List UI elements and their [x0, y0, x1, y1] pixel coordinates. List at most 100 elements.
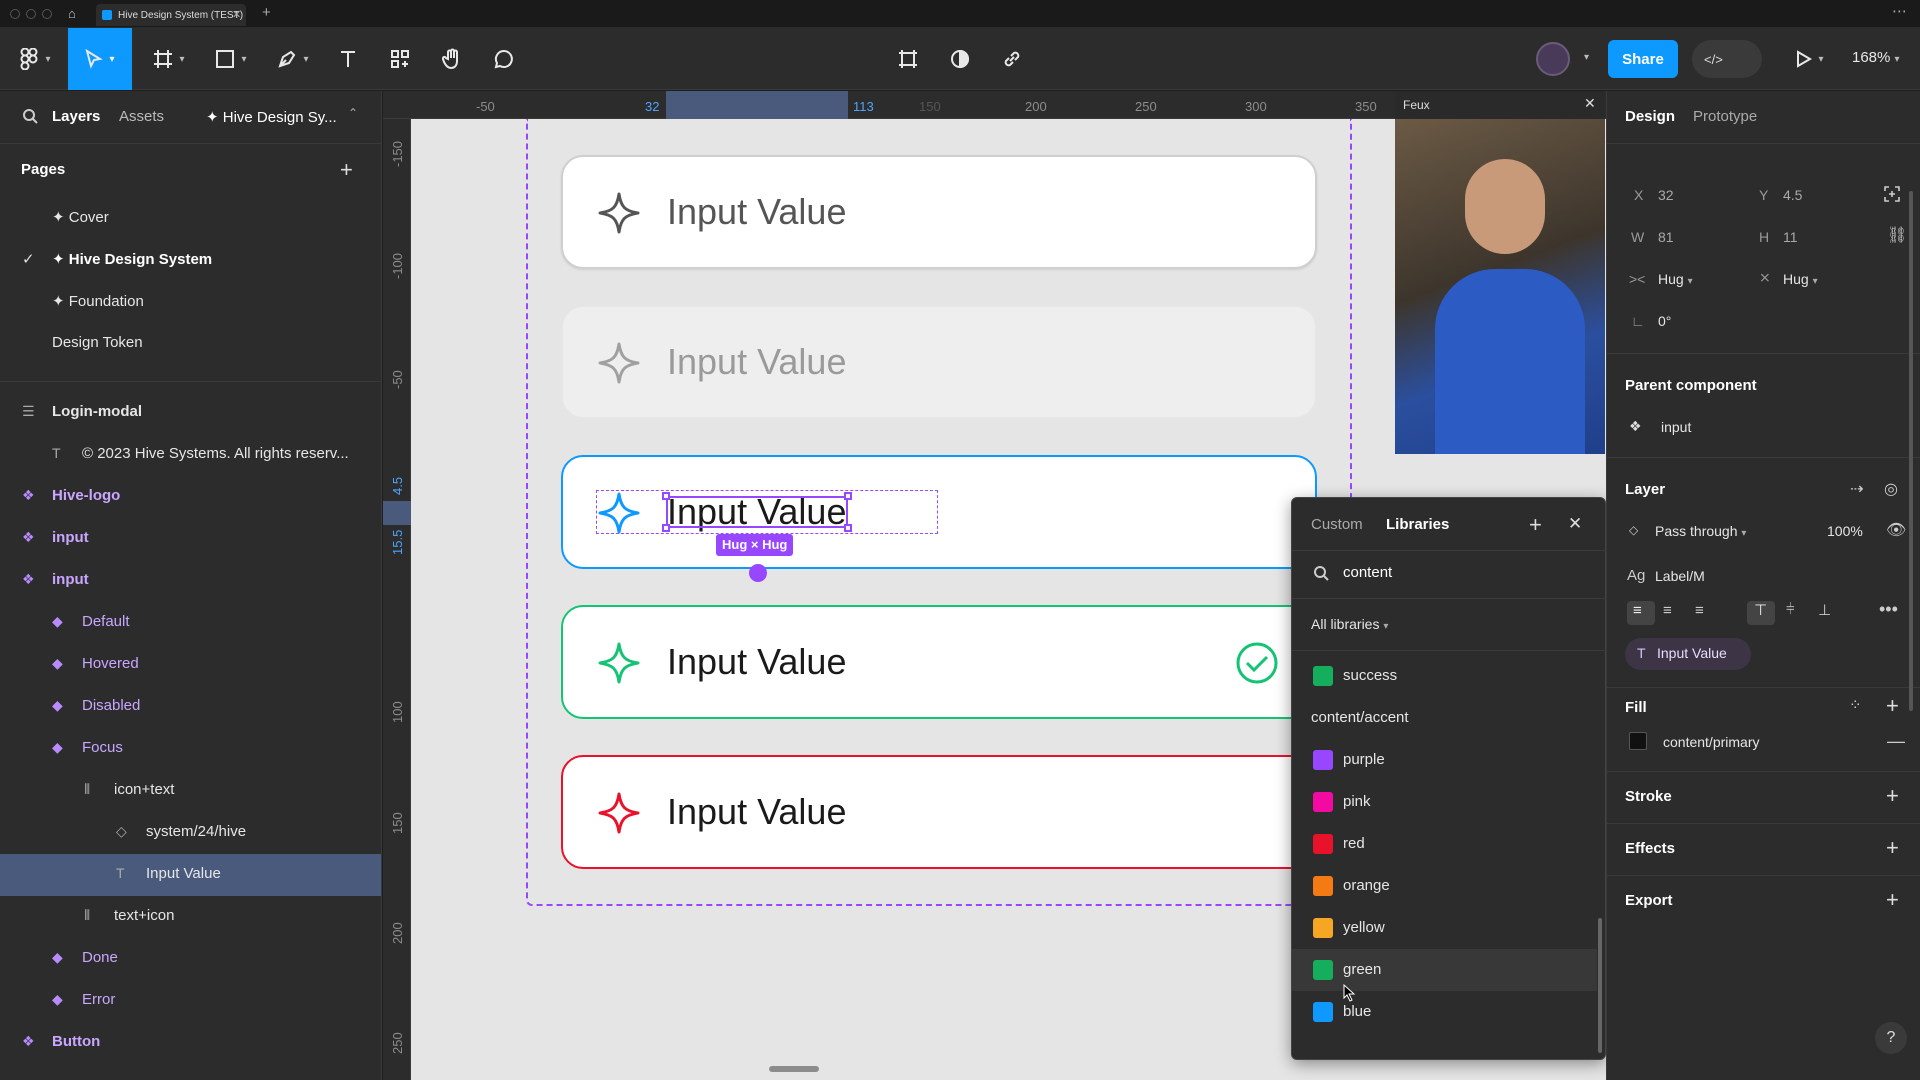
fill-style-name[interactable]: content/primary	[1663, 734, 1759, 750]
layer-row[interactable]: ❖ Button	[0, 1022, 381, 1064]
add-fill-icon[interactable]: +	[1886, 695, 1899, 717]
main-menu-button[interactable]: ▾	[14, 28, 56, 90]
more-icon[interactable]: ⋯	[1892, 2, 1907, 20]
search-icon[interactable]	[22, 108, 38, 124]
layer-row[interactable]: ◆ Default	[0, 602, 381, 644]
new-tab-icon[interactable]: +	[262, 4, 271, 21]
layer-row[interactable]: ⦀ icon+text	[0, 770, 381, 812]
canvas-scroll-handle[interactable]	[769, 1066, 819, 1072]
chevron-up-icon[interactable]: ⌃	[348, 106, 358, 120]
color-style-item[interactable]: yellow	[1292, 907, 1597, 949]
tab-design[interactable]: Design	[1625, 108, 1675, 125]
move-tool-button[interactable]: ▾	[68, 28, 132, 90]
resize-to-fit-icon[interactable]	[1884, 186, 1900, 202]
y-input[interactable]: 4.5	[1783, 187, 1802, 203]
resize-handle[interactable]	[662, 524, 670, 532]
align-right-icon[interactable]: ≡	[1695, 602, 1704, 619]
layer-row[interactable]: ◆ Hovered	[0, 644, 381, 686]
style-search-input[interactable]: content	[1343, 564, 1392, 581]
layer-row[interactable]: ❖ input	[0, 560, 381, 602]
add-stroke-icon[interactable]: +	[1886, 785, 1899, 807]
text-selection-box[interactable]	[666, 496, 848, 528]
color-style-item[interactable]: purple	[1292, 739, 1597, 781]
window-close-dot[interactable]	[10, 9, 20, 19]
zoom-level[interactable]: 168% ▾	[1852, 49, 1900, 66]
color-style-item[interactable]: blue	[1292, 991, 1597, 1033]
h-input[interactable]: 11	[1783, 229, 1798, 245]
page-item[interactable]: ✓ ✦ Hive Design System	[22, 250, 212, 268]
file-name-dropdown[interactable]: ✦ Hive Design Sy...	[206, 108, 337, 126]
go-to-main-component-icon[interactable]: ⇢	[1850, 479, 1863, 499]
resize-handle[interactable]	[662, 492, 670, 500]
page-item[interactable]: ✦ Cover	[52, 208, 109, 226]
parent-component-link[interactable]: input	[1661, 419, 1691, 435]
mask-button[interactable]	[942, 28, 978, 90]
layer-row[interactable]: ❖ Hive-logo	[0, 476, 381, 518]
layer-row[interactable]: ⦀ text+icon	[0, 896, 381, 938]
help-button[interactable]: ?	[1875, 1022, 1907, 1054]
layer-row[interactable]: ◆ Done	[0, 938, 381, 980]
rotation-input[interactable]: 0°	[1658, 313, 1671, 329]
close-video-icon[interactable]: ✕	[1584, 95, 1596, 112]
input-error[interactable]: Input Value	[561, 755, 1317, 869]
home-icon[interactable]: ⌂	[68, 6, 82, 21]
layer-row[interactable]: ◆ Disabled	[0, 686, 381, 728]
color-style-item[interactable]: red	[1292, 823, 1597, 865]
page-item[interactable]: Design Token	[52, 334, 143, 351]
eye-icon[interactable]: 👁	[1886, 520, 1906, 540]
resize-handle[interactable]	[844, 492, 852, 500]
layer-row[interactable]: ☰ Login-modal	[0, 392, 381, 434]
add-export-icon[interactable]: +	[1886, 889, 1899, 911]
dev-mode-toggle[interactable]: </>	[1692, 40, 1762, 78]
avatar[interactable]	[1536, 42, 1570, 76]
resources-button[interactable]	[382, 28, 418, 90]
panel-scrollbar[interactable]	[1909, 191, 1913, 711]
layer-row[interactable]: T Input Value	[0, 854, 381, 896]
link-button[interactable]	[994, 28, 1030, 90]
tab-libraries[interactable]: Libraries	[1386, 516, 1449, 533]
layer-row[interactable]: T © 2023 Hive Systems. All rights reserv.…	[0, 434, 381, 476]
tab-custom[interactable]: Custom	[1311, 516, 1363, 533]
component-tool-button[interactable]	[890, 28, 926, 90]
add-effect-icon[interactable]: +	[1886, 837, 1899, 859]
blend-mode-dropdown[interactable]: Pass through ▾	[1655, 523, 1746, 539]
tab-layers[interactable]: Layers	[52, 108, 100, 125]
input-disabled[interactable]: Input Value	[561, 305, 1317, 419]
shape-tool-button[interactable]: ▾	[206, 28, 256, 90]
window-minimize-dot[interactable]	[26, 9, 36, 19]
color-style-item[interactable]: green	[1292, 949, 1597, 991]
x-input[interactable]: 32	[1658, 187, 1674, 203]
pen-tool-button[interactable]: ▾	[268, 28, 318, 90]
text-content-chip[interactable]: T Input Value	[1625, 638, 1751, 670]
layer-row[interactable]: ◇ system/24/hive	[0, 812, 381, 854]
tab-prototype[interactable]: Prototype	[1693, 108, 1757, 125]
panel-scrollbar[interactable]	[1598, 918, 1602, 1053]
page-item[interactable]: ✦ Foundation	[52, 292, 144, 310]
share-button[interactable]: Share	[1608, 40, 1678, 78]
constrain-proportions-icon[interactable]: ⛓	[1887, 225, 1907, 245]
window-zoom-dot[interactable]	[42, 9, 52, 19]
close-tab-icon[interactable]: ✕	[232, 8, 241, 21]
tab-assets[interactable]: Assets	[119, 108, 164, 125]
color-style-item[interactable]: orange	[1292, 865, 1597, 907]
more-options-icon[interactable]: •••	[1879, 599, 1898, 620]
frame-tool-button[interactable]: ▾	[144, 28, 194, 90]
layer-row[interactable]: ◆ Focus	[0, 728, 381, 770]
color-style-item[interactable]: pink	[1292, 781, 1597, 823]
text-tool-button[interactable]	[330, 28, 366, 90]
color-style-item[interactable]: success	[1292, 655, 1597, 697]
present-button[interactable]: ▾	[1790, 28, 1830, 90]
autolayout-handle-icon[interactable]	[749, 564, 767, 582]
chevron-down-icon[interactable]: ▾	[1584, 52, 1589, 63]
horizontal-sizing-dropdown[interactable]: Hug ▾	[1658, 271, 1693, 287]
vertical-sizing-dropdown[interactable]: Hug ▾	[1783, 271, 1818, 287]
align-center-icon[interactable]: ≡	[1663, 602, 1672, 619]
input-done[interactable]: Input Value	[561, 605, 1317, 719]
library-filter-dropdown[interactable]: All libraries ▾	[1311, 616, 1388, 632]
comment-tool-button[interactable]	[486, 28, 522, 90]
align-bottom-icon[interactable]: ⊥	[1818, 601, 1831, 619]
align-middle-icon[interactable]: ⫩	[1786, 601, 1795, 618]
input-default[interactable]: Input Value	[561, 155, 1317, 269]
layer-row[interactable]: ❖ input	[0, 518, 381, 560]
file-tab[interactable]: Hive Design System (TEST) ✕	[96, 4, 246, 26]
